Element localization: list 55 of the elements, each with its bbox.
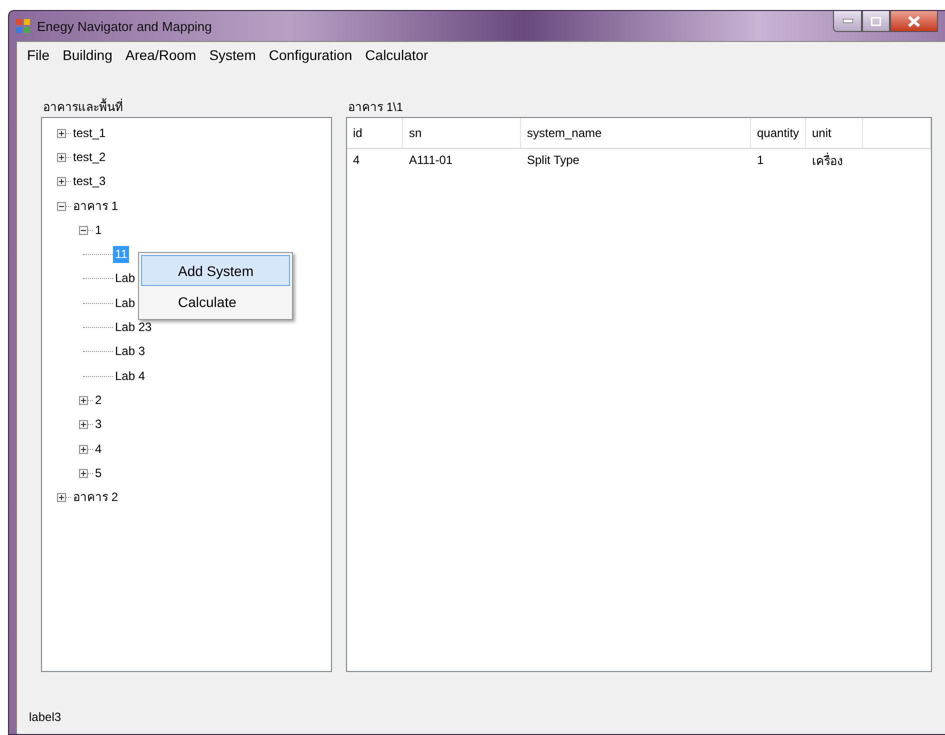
- menu-item[interactable]: Building: [56, 47, 118, 63]
- expand-icon[interactable]: [57, 493, 66, 502]
- tree-node[interactable]: test_2: [71, 148, 108, 166]
- column-header[interactable]: id: [347, 118, 403, 149]
- expand-icon[interactable]: [57, 128, 66, 138]
- expand-icon[interactable]: [57, 152, 66, 162]
- expand-icon[interactable]: [79, 444, 88, 454]
- context-menu-item[interactable]: Calculate: [141, 286, 290, 317]
- tree-node[interactable]: Lab: [113, 270, 138, 288]
- collapse-icon[interactable]: [79, 226, 88, 235]
- table-cell-text: 1: [756, 152, 765, 169]
- tree-node[interactable]: Lab: [113, 294, 138, 312]
- tree-node[interactable]: test_3: [71, 173, 108, 190]
- column-header[interactable]: unit: [806, 118, 863, 149]
- tree-node[interactable]: test_1: [71, 124, 108, 142]
- expand-icon[interactable]: [79, 396, 88, 405]
- minimize-button[interactable]: [833, 11, 862, 32]
- app-icon: [15, 18, 31, 34]
- tree-node[interactable]: 4: [93, 440, 104, 458]
- column-header[interactable]: system_name: [521, 118, 751, 149]
- tree-node[interactable]: Lab 4: [113, 368, 148, 385]
- menu-item[interactable]: Configuration: [262, 47, 358, 63]
- status-label: label3: [28, 709, 62, 726]
- table-cell-text: Split Type: [526, 152, 580, 169]
- expand-icon[interactable]: [79, 420, 88, 430]
- panel-label: อาคาร 1\1: [347, 99, 404, 116]
- tree-view[interactable]: test_1 test_2 test_3 อาคาร 1 1 11 Lab Lab Lab 23 Lab 3 Lab 4 2 3 4 5 อาคาร 2 Add System Calculate: [41, 117, 332, 672]
- tree-node[interactable]: อาคาร 1: [71, 198, 120, 215]
- window-title: Enegy Navigator and Mapping: [37, 18, 212, 34]
- table-cell-text: 4: [352, 152, 361, 169]
- tree-node[interactable]: 3: [93, 416, 104, 434]
- collapse-icon[interactable]: [57, 202, 66, 211]
- column-header[interactable]: sn: [403, 118, 521, 149]
- maximize-icon: [871, 16, 881, 26]
- menu-item[interactable]: Area/Room: [118, 47, 202, 63]
- tree-node[interactable]: Lab 3: [113, 343, 148, 360]
- table-cell-text: เครื่อง: [811, 152, 844, 170]
- menu-item[interactable]: System: [202, 47, 262, 63]
- close-icon: [908, 16, 920, 26]
- table-cell-text: A111-01: [408, 152, 454, 169]
- column-header[interactable]: quantity: [751, 118, 806, 149]
- minimize-icon: [842, 19, 852, 23]
- menu-item[interactable]: File: [20, 47, 56, 63]
- expand-icon[interactable]: [79, 468, 88, 478]
- tree-node[interactable]: 2: [93, 392, 104, 409]
- context-menu-item[interactable]: Add System: [141, 255, 290, 286]
- tree-node[interactable]: 5: [93, 464, 104, 482]
- tree-node[interactable]: 1: [93, 222, 104, 239]
- tree-node[interactable]: Lab 23: [113, 319, 154, 336]
- panel-label: อาคารและพื้นที่: [42, 98, 124, 116]
- close-button[interactable]: [890, 11, 938, 32]
- maximize-button[interactable]: [862, 11, 890, 32]
- menu-item[interactable]: Calculator: [358, 47, 434, 63]
- tree-node[interactable]: อาคาร 2: [71, 489, 120, 506]
- expand-icon[interactable]: [57, 177, 66, 186]
